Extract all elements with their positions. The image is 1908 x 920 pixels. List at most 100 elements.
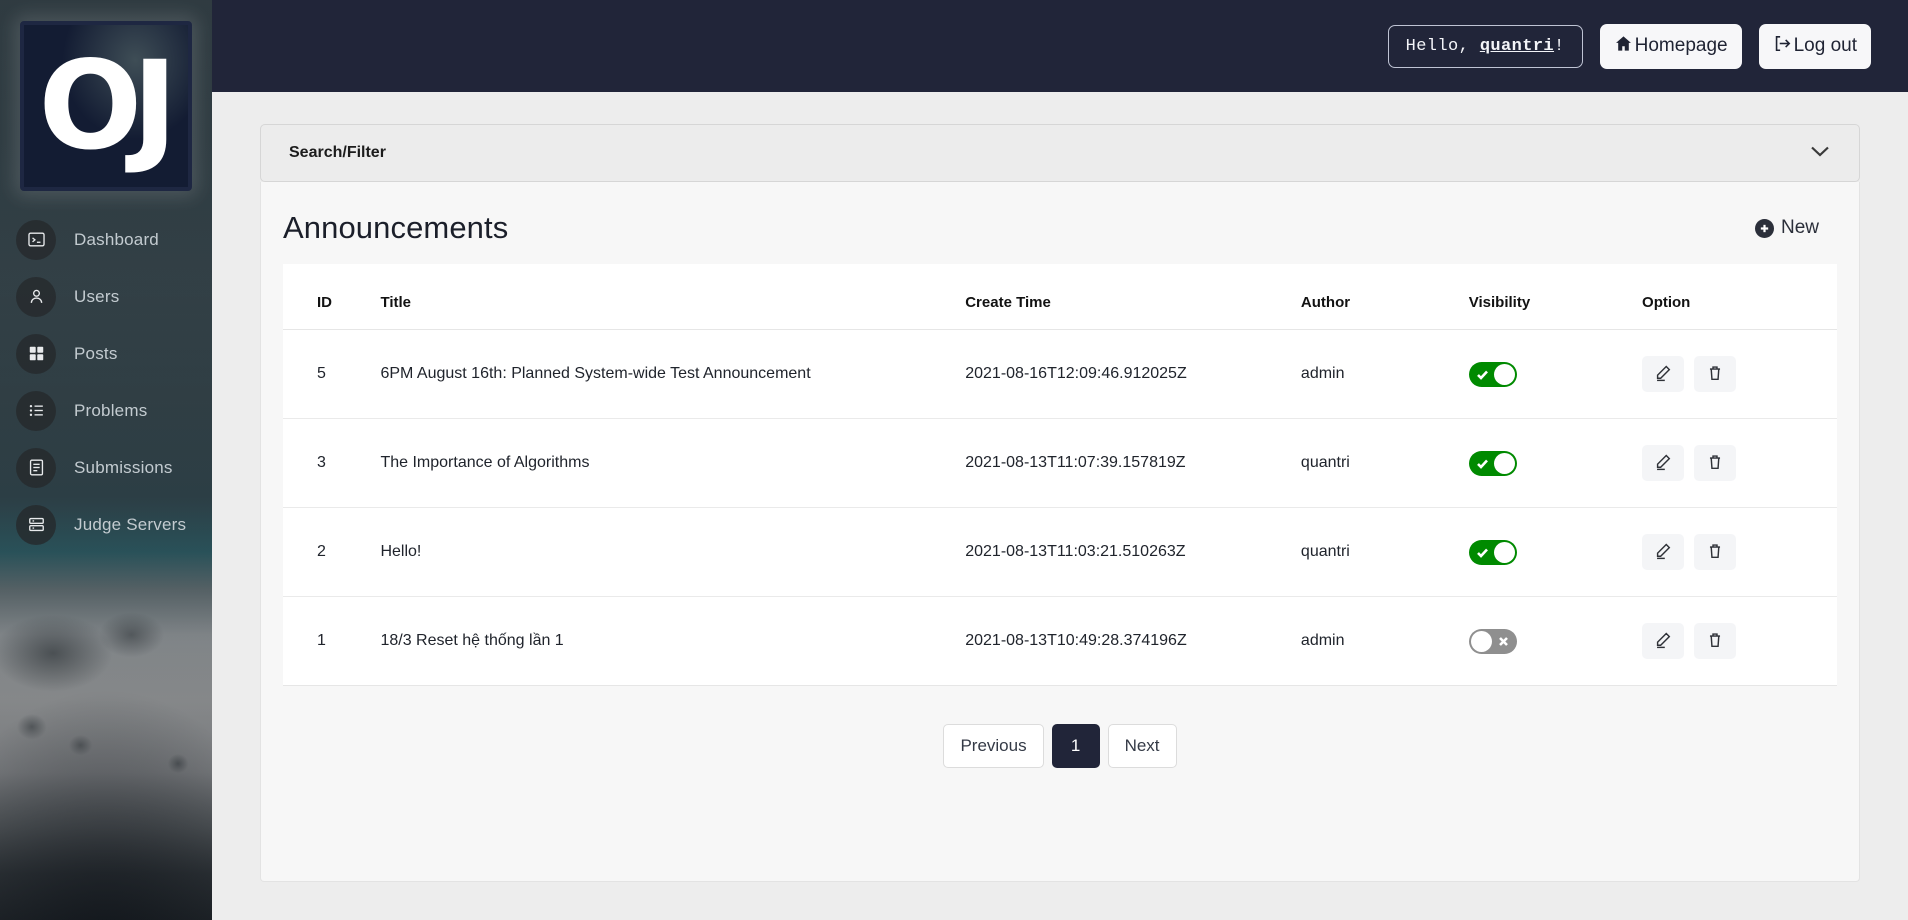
greeting-suffix: ! bbox=[1554, 36, 1565, 56]
admin-page: OJ Dashboard Users Posts Problems Submis… bbox=[0, 0, 1908, 920]
table-row: 2 Hello! 2021-08-13T11:03:21.510263Z qua… bbox=[283, 507, 1837, 597]
homepage-button[interactable]: Homepage bbox=[1599, 23, 1742, 69]
column-header-createtime[interactable]: Create Time bbox=[965, 264, 1301, 330]
visibility-toggle[interactable] bbox=[1468, 628, 1517, 654]
sidebar-item-posts[interactable]: Posts bbox=[0, 325, 212, 382]
sidebar-item-label: Users bbox=[74, 286, 120, 306]
cell-create-time: 2021-08-16T12:09:46.912025Z bbox=[965, 329, 1301, 419]
table-row: 3 The Importance of Algorithms 2021-08-1… bbox=[283, 418, 1837, 508]
sidebar-item-dashboard[interactable]: Dashboard bbox=[0, 211, 212, 268]
cell-author: admin bbox=[1300, 596, 1469, 686]
cell-author: admin bbox=[1300, 329, 1469, 419]
oj-logo[interactable]: OJ bbox=[20, 21, 192, 191]
column-header-visibility[interactable]: Visibility bbox=[1468, 264, 1643, 330]
table-body: 5 6PM August 16th: Planned System-wide T… bbox=[283, 329, 1837, 686]
trash-icon bbox=[1706, 364, 1724, 385]
server-icon bbox=[16, 504, 56, 545]
cell-author: quantri bbox=[1300, 507, 1469, 597]
greeting-prefix: Hello, bbox=[1405, 36, 1480, 56]
new-announcement-button[interactable]: New bbox=[1751, 211, 1823, 245]
delete-button[interactable] bbox=[1694, 445, 1737, 481]
cell-create-time: 2021-08-13T10:49:28.374196Z bbox=[965, 596, 1301, 686]
cross-icon bbox=[1496, 634, 1511, 649]
page-title: Announcements bbox=[283, 210, 509, 245]
logout-button[interactable]: Log out bbox=[1758, 23, 1871, 69]
cell-option bbox=[1642, 418, 1837, 508]
cell-visibility bbox=[1468, 329, 1643, 419]
cell-visibility bbox=[1468, 596, 1643, 686]
topbar: Hello, quantri! Homepage Log out bbox=[212, 0, 1908, 92]
column-header-option[interactable]: Option bbox=[1642, 264, 1837, 330]
edit-button[interactable] bbox=[1642, 356, 1685, 392]
cell-id: 5 bbox=[283, 329, 381, 419]
column-header-id[interactable]: ID bbox=[283, 264, 381, 330]
row-actions bbox=[1642, 356, 1837, 392]
edit-button[interactable] bbox=[1642, 623, 1685, 659]
delete-button[interactable] bbox=[1694, 356, 1737, 392]
check-icon bbox=[1475, 367, 1490, 382]
cell-option bbox=[1642, 507, 1837, 597]
cell-id: 3 bbox=[283, 418, 381, 508]
sidebar-item-problems[interactable]: Problems bbox=[0, 382, 212, 439]
grid-icon bbox=[16, 333, 56, 374]
column-header-author[interactable]: Author bbox=[1300, 264, 1469, 330]
cell-create-time: 2021-08-13T11:07:39.157819Z bbox=[965, 418, 1301, 508]
cell-visibility bbox=[1468, 507, 1643, 597]
user-greeting[interactable]: Hello, quantri! bbox=[1387, 24, 1583, 68]
edit-button[interactable] bbox=[1642, 445, 1685, 481]
delete-button[interactable] bbox=[1694, 623, 1737, 659]
pencil-icon bbox=[1654, 453, 1672, 474]
table-row: 5 6PM August 16th: Planned System-wide T… bbox=[283, 329, 1837, 419]
card-header: Announcements New bbox=[261, 182, 1859, 264]
visibility-toggle[interactable] bbox=[1468, 361, 1517, 387]
sidebar-item-label: Dashboard bbox=[74, 229, 159, 249]
cell-id: 2 bbox=[283, 507, 381, 597]
toggle-knob bbox=[1470, 630, 1492, 652]
terminal-icon bbox=[16, 219, 56, 260]
new-button-label: New bbox=[1780, 217, 1819, 238]
homepage-button-label: Homepage bbox=[1634, 35, 1728, 56]
row-actions bbox=[1642, 445, 1837, 481]
plus-circle-icon bbox=[1754, 218, 1774, 238]
visibility-toggle[interactable] bbox=[1468, 450, 1517, 476]
cell-title: Hello! bbox=[380, 507, 966, 597]
pagination-next[interactable]: Next bbox=[1107, 724, 1177, 768]
announcements-card: Announcements New ID Title Create Time A… bbox=[260, 182, 1860, 882]
user-icon bbox=[16, 276, 56, 317]
table-row: 1 18/3 Reset hệ thống lần 1 2021-08-13T1… bbox=[283, 596, 1837, 686]
greeting-username[interactable]: quantri bbox=[1480, 37, 1554, 56]
cell-option bbox=[1642, 596, 1837, 686]
logo-container[interactable]: OJ bbox=[0, 21, 212, 191]
sidebar-item-judge-servers[interactable]: Judge Servers bbox=[0, 496, 212, 553]
pagination-previous[interactable]: Previous bbox=[943, 724, 1044, 768]
sidebar-nav: Dashboard Users Posts Problems Submissio… bbox=[0, 211, 212, 553]
sidebar-item-label: Problems bbox=[74, 400, 148, 420]
row-actions bbox=[1642, 623, 1837, 659]
pagination: Previous 1 Next bbox=[261, 724, 1859, 768]
check-icon bbox=[1475, 456, 1490, 471]
sidebar-item-label: Posts bbox=[74, 343, 118, 363]
pencil-icon bbox=[1654, 631, 1672, 652]
column-header-title[interactable]: Title bbox=[380, 264, 966, 330]
sign-out-icon bbox=[1773, 34, 1792, 59]
search-filter-panel[interactable]: Search/Filter bbox=[260, 124, 1860, 182]
chevron-down-icon[interactable] bbox=[1809, 144, 1831, 163]
sidebar-item-submissions[interactable]: Submissions bbox=[0, 439, 212, 496]
pagination-page-1[interactable]: 1 bbox=[1051, 724, 1100, 768]
delete-button[interactable] bbox=[1694, 534, 1737, 570]
content-area: Search/Filter Announcements New ID Title… bbox=[212, 92, 1908, 882]
main-area: Hello, quantri! Homepage Log out Search/… bbox=[212, 0, 1908, 920]
sidebar: OJ Dashboard Users Posts Problems Submis… bbox=[0, 0, 212, 920]
cell-title: 6PM August 16th: Planned System-wide Tes… bbox=[380, 329, 966, 419]
visibility-toggle[interactable] bbox=[1468, 539, 1517, 565]
sidebar-item-label: Judge Servers bbox=[74, 514, 187, 534]
toggle-knob bbox=[1493, 452, 1515, 474]
cell-option bbox=[1642, 329, 1837, 419]
logo-text: OJ bbox=[38, 35, 177, 177]
trash-icon bbox=[1706, 453, 1724, 474]
cell-author: quantri bbox=[1300, 418, 1469, 508]
cell-title: The Importance of Algorithms bbox=[380, 418, 966, 508]
home-icon bbox=[1614, 34, 1633, 59]
sidebar-item-users[interactable]: Users bbox=[0, 268, 212, 325]
edit-button[interactable] bbox=[1642, 534, 1685, 570]
